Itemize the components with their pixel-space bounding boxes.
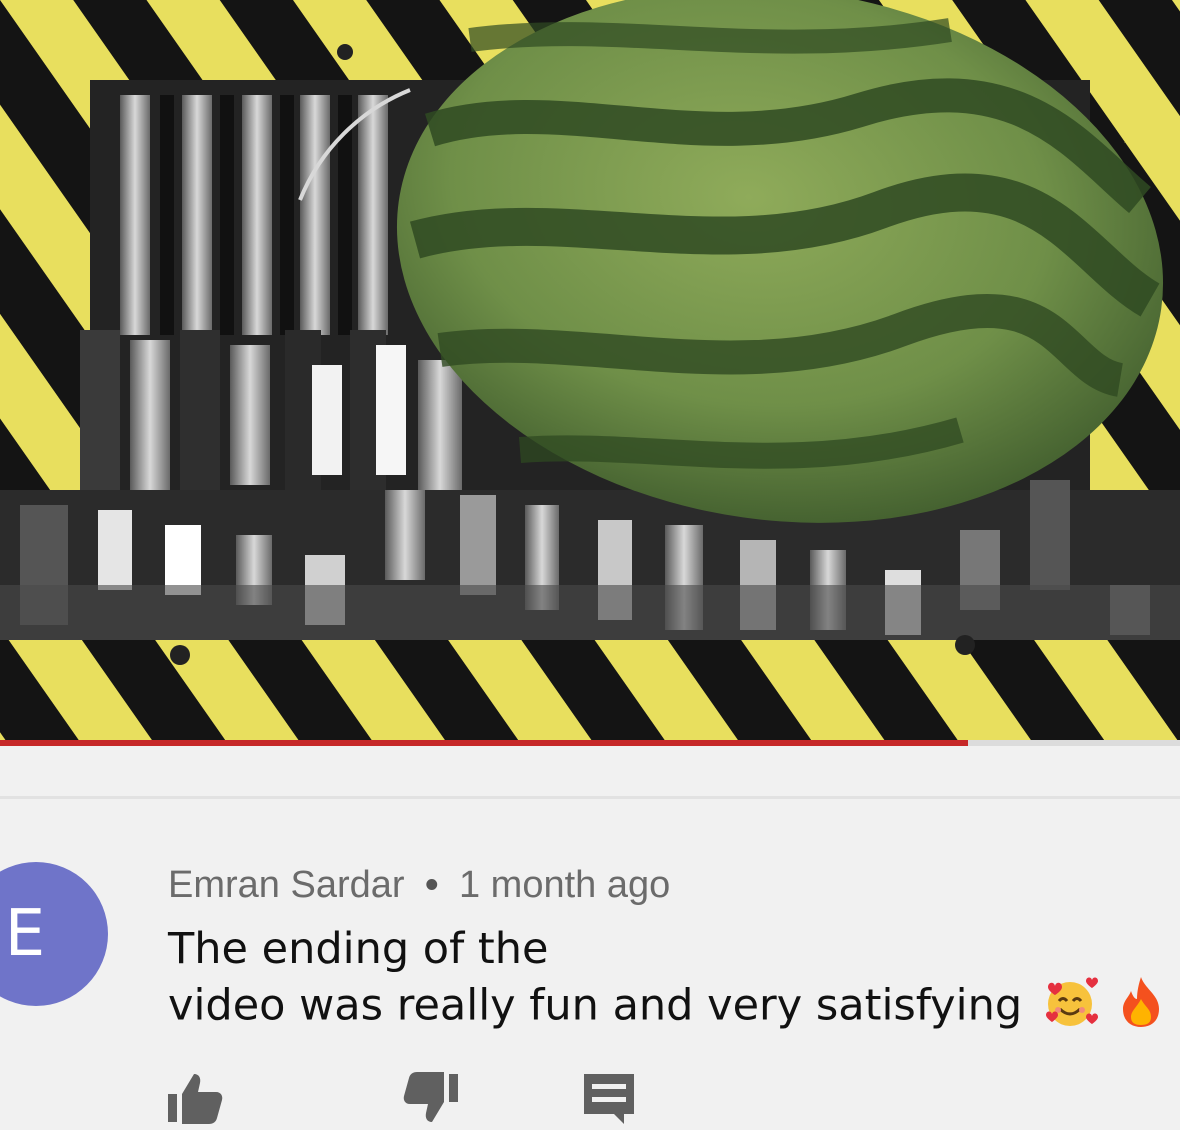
comment-author[interactable]: Emran Sardar <box>168 864 405 906</box>
reply-icon[interactable] <box>580 1070 640 1130</box>
fire-icon <box>1119 975 1163 1041</box>
thumbs-up-icon[interactable] <box>166 1070 226 1130</box>
bolt-left <box>170 645 190 665</box>
shredder-lower-blades <box>0 480 1180 640</box>
video-progress-bar[interactable] <box>0 740 1180 746</box>
thumbs-down-icon[interactable] <box>400 1070 460 1130</box>
comment-text: The ending of the video was really fun a… <box>168 924 1168 1041</box>
comment-item: E Emran Sardar • 1 month ago The ending … <box>0 800 1180 1126</box>
video-player[interactable] <box>0 0 1180 740</box>
meta-separator: • <box>425 864 439 906</box>
section-divider <box>0 796 1180 799</box>
comment-text-line-2: video was really fun and very satisfying <box>168 980 1023 1031</box>
smiling-face-with-hearts-icon <box>1042 975 1100 1041</box>
video-thumbnail <box>0 0 1180 740</box>
avatar-letter: E <box>4 897 46 971</box>
avatar[interactable]: E <box>0 862 108 1006</box>
video-progress-fill <box>0 740 968 746</box>
bolt-right <box>955 635 975 655</box>
comment-timestamp: 1 month ago <box>458 864 671 906</box>
bolt-top <box>337 44 353 60</box>
comment-meta: Emran Sardar • 1 month ago <box>168 864 670 907</box>
comment-text-line-1: The ending of the <box>168 924 549 974</box>
